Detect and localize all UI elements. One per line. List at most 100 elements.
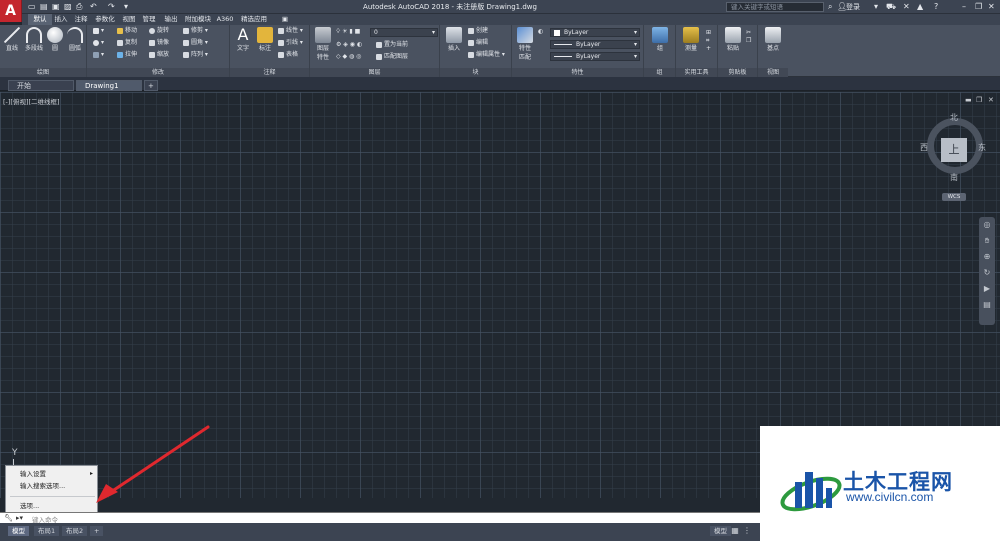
customize-quickaccess-icon[interactable]: ▾ — [124, 2, 128, 12]
tab-start[interactable]: 开始 — [8, 80, 74, 91]
snap-icon[interactable]: ⋮ — [742, 526, 752, 536]
utility-tools[interactable]: ⊞ ⌗ + — [706, 29, 711, 53]
trim-button[interactable]: 修剪 ▾ — [183, 27, 208, 35]
line-button[interactable]: 直线 — [3, 27, 21, 52]
showmotion-icon[interactable]: ▶ — [979, 281, 995, 297]
menu-item-input-search-options[interactable]: 输入搜索选项... — [6, 480, 97, 492]
make-current-button[interactable]: 置为当前 — [376, 41, 408, 49]
hatch-button[interactable]: ▾ — [93, 51, 104, 59]
wcs-menu[interactable]: WCS — [942, 193, 966, 201]
help-icon[interactable]: ? — [934, 2, 938, 12]
match-layer-button[interactable]: 匹配图层 — [376, 53, 408, 61]
lineweight-dropdown[interactable]: ByLayer ▾ — [550, 52, 640, 61]
menu-item-input-settings[interactable]: 输入设置 ▸ — [6, 468, 97, 480]
tab-featured-apps[interactable]: 精选应用 — [238, 14, 270, 25]
search-input[interactable]: 键入关键字或短语 — [726, 2, 824, 12]
base-view-button[interactable]: 基点 — [762, 27, 784, 52]
orbit-icon[interactable]: ↻ — [979, 265, 995, 281]
add-layout-button[interactable]: + — [90, 526, 104, 536]
layer-tools-row-2[interactable]: ◇ ◆ ◍ ◎ — [336, 53, 361, 61]
mirror-button[interactable]: 镜像 — [149, 39, 169, 47]
scale-button[interactable]: 缩放 — [149, 51, 169, 59]
view-panel-label[interactable]: 视图 — [758, 68, 788, 77]
polyline-button[interactable]: 多段线 — [22, 27, 46, 52]
tab-addins[interactable]: 附加模块 — [184, 14, 212, 25]
insert-block-button[interactable]: 插入 — [444, 27, 464, 52]
compass-west[interactable]: 西 — [920, 142, 928, 153]
tab-parametric[interactable]: 参数化 — [92, 14, 118, 25]
layer-properties-button[interactable]: 图层 特性 — [314, 27, 332, 61]
move-button[interactable]: 移动 — [117, 27, 137, 35]
block-panel-label[interactable]: 块 — [440, 68, 511, 77]
clipboard-tools[interactable]: ✂ ❐ — [746, 29, 751, 45]
save-icon[interactable]: ▣ — [52, 2, 60, 12]
leader-button[interactable]: 引线 ▾ — [278, 39, 303, 47]
utilities-panel-label[interactable]: 实用工具 — [676, 68, 717, 77]
close-icon[interactable]: ✕ — [988, 2, 995, 12]
groups-panel-label[interactable]: 组 — [644, 68, 675, 77]
viewport-minimize-icon[interactable]: ▬ — [965, 96, 972, 104]
model-space-button[interactable]: 模型 — [710, 526, 731, 536]
tab-layout1[interactable]: 布局1 — [34, 526, 60, 536]
compass-north[interactable]: 北 — [950, 112, 958, 123]
tab-annotate[interactable]: 注释 — [72, 14, 90, 25]
linetype-dropdown[interactable]: ByLayer ▾ — [550, 40, 640, 49]
edit-block-button[interactable]: 编辑 — [468, 39, 488, 47]
compass-east[interactable]: 东 — [978, 142, 986, 153]
zoom-extents-icon[interactable]: ⊕ — [979, 249, 995, 265]
layers-panel-label[interactable]: 图层 — [310, 68, 439, 77]
command-history-icon[interactable]: ▸▾ — [16, 513, 23, 523]
minimize-icon[interactable]: – — [962, 2, 966, 12]
draw-panel-label[interactable]: 绘图 — [0, 68, 86, 77]
new-tab-button[interactable]: + — [144, 80, 158, 91]
grid-icon[interactable]: ▦ — [730, 526, 740, 536]
restore-icon[interactable]: ❐ — [975, 2, 982, 12]
layer-dropdown[interactable]: 0 ▾ — [370, 28, 438, 37]
hatch-dropdown[interactable]: ▾ — [93, 39, 104, 47]
tab-a360[interactable]: A360 — [214, 14, 236, 25]
tab-layout2[interactable]: 布局2 — [62, 526, 88, 536]
login-label[interactable]: 登录 — [846, 2, 860, 12]
steering-wheel-icon[interactable]: ◎ — [979, 217, 995, 233]
color-wheel-icon[interactable]: ◐ — [538, 28, 543, 36]
viewport-restore-icon[interactable]: ❐ — [976, 96, 982, 104]
plot-icon[interactable]: ⎙ — [76, 2, 82, 12]
circle-button[interactable]: 圆 — [46, 27, 64, 52]
viewcube-top-face[interactable]: 上 — [941, 138, 967, 162]
arc-button[interactable]: 圆弧 — [65, 27, 85, 52]
tab-view[interactable]: 视图 — [120, 14, 138, 25]
properties-panel-label[interactable]: 特性 — [512, 68, 643, 77]
stretch-button[interactable]: 拉伸 — [117, 51, 137, 59]
rotate-button[interactable]: 旋转 — [149, 27, 169, 35]
color-dropdown[interactable]: ByLayer ▾ — [550, 28, 640, 37]
dimension-button[interactable]: 标注 — [256, 27, 274, 52]
shape-dropdown[interactable]: ▾ — [93, 27, 104, 35]
viewport-close-icon[interactable]: ✕ — [988, 96, 994, 104]
tab-insert[interactable]: 插入 — [52, 14, 70, 25]
array-button[interactable]: 阵列 ▾ — [183, 51, 208, 59]
search-icon[interactable]: ⌕ — [828, 2, 832, 12]
redo-icon[interactable]: ↷ — [108, 2, 115, 12]
match-properties-button[interactable]: 特性 匹配 — [516, 27, 534, 61]
create-block-button[interactable]: 创建 — [468, 27, 488, 35]
clipboard-panel-label[interactable]: 剪贴板 — [718, 68, 757, 77]
wrench-icon[interactable]: 🔧︎ — [4, 513, 13, 523]
a360-icon[interactable]: ▲ — [917, 2, 923, 12]
fillet-button[interactable]: 圆角 ▾ — [183, 39, 208, 47]
group-button[interactable]: 组 — [648, 27, 672, 52]
tab-model[interactable]: 模型 — [8, 526, 29, 536]
cart-icon[interactable]: ⛟ — [886, 2, 896, 12]
table-button[interactable]: 表格 — [278, 51, 298, 59]
viewport-controls-label[interactable]: [-][俯视][二维线框] — [3, 96, 60, 106]
open-file-icon[interactable]: ▤ — [40, 2, 48, 12]
paste-button[interactable]: 粘贴 — [722, 27, 744, 52]
pan-icon[interactable]: ✋︎ — [979, 233, 995, 249]
annotation-panel-label[interactable]: 注释 — [230, 68, 309, 77]
layer-state-icons[interactable]: 💡︎ ☀ ▮ ■ — [336, 28, 360, 36]
measure-button[interactable]: 测量 — [680, 27, 702, 52]
new-file-icon[interactable]: ▭ — [28, 2, 36, 12]
application-menu-button[interactable]: A — [0, 0, 22, 22]
tab-drawing1[interactable]: Drawing1 — [76, 80, 142, 91]
save-as-icon[interactable]: ▨ — [64, 2, 72, 12]
text-button[interactable]: A 文字 — [234, 27, 252, 53]
